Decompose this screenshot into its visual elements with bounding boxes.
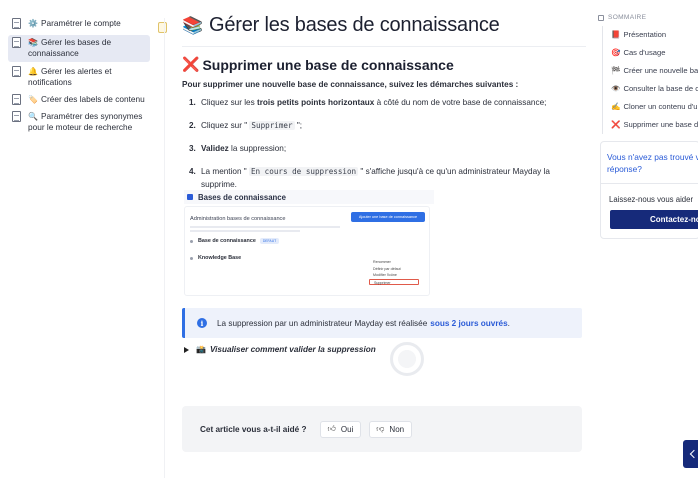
bell-icon: 🔔 xyxy=(28,67,38,76)
loading-spinner xyxy=(390,342,424,376)
list-item: 3. Validez la suppression; xyxy=(189,144,287,153)
sidebar-item-label: Créer des labels de contenu xyxy=(40,94,145,104)
screenshot-context-menu: Renommer Définir par défaut Modifier l'i… xyxy=(369,259,419,285)
gear-icon: ⚙️ xyxy=(28,19,38,28)
sidebar-item-synonymes[interactable]: 🔍 Paramétrer des synonymes pour le moteur… xyxy=(8,109,150,135)
books-icon: 📚 xyxy=(182,15,203,35)
section-intro: Pour supprimer une nouvelle base de conn… xyxy=(182,80,519,89)
sidebar-item-label: Gérer les alertes et notifications xyxy=(28,66,112,87)
screenshot-header: Bases de connaissance xyxy=(184,190,434,204)
target-icon: 🎯 xyxy=(611,48,621,57)
inline-code: Supprimer xyxy=(249,121,295,130)
eye-icon: 👁️ xyxy=(611,84,621,93)
inline-code: En cours de suppression xyxy=(248,167,359,176)
book-icon: 📕 xyxy=(611,30,621,39)
toc-item-creer[interactable]: 🏁Créer une nouvelle base de connaissance xyxy=(611,62,698,80)
screenshot-row: Knowledge Base xyxy=(190,255,241,261)
document-icon xyxy=(12,66,21,77)
no-button[interactable]: 👎︎ Non xyxy=(369,420,413,438)
document-icon xyxy=(12,37,21,48)
toc-item-cloner[interactable]: ✍️Cloner un contenu d'une base xyxy=(611,98,698,116)
sidebar-item-bases-connaissance[interactable]: 📚 Gérer les bases de connaissance xyxy=(8,35,150,62)
cross-icon: ❌ xyxy=(611,120,621,129)
scroll-up-button[interactable] xyxy=(683,440,698,468)
page-title: 📚 Gérer les bases de connaissance xyxy=(182,14,500,37)
toc-item-presentation[interactable]: 📕 Présentation xyxy=(611,26,698,44)
screenshot-row: Base de connaissance DEFAUT xyxy=(190,238,280,244)
sidebar-divider xyxy=(164,18,165,478)
screenshot-card: Administration bases de connaissance Ajo… xyxy=(184,206,430,296)
list-item: 1. Cliquez sur les trois petits points h… xyxy=(189,98,547,107)
info-icon: i xyxy=(197,318,207,328)
collapse-sidebar-icon[interactable] xyxy=(158,22,167,33)
toggle-visualiser[interactable]: 📸 Visualiser comment valider la suppress… xyxy=(184,345,376,354)
app-icon xyxy=(187,194,193,200)
label-icon: 🏷️ xyxy=(28,95,38,104)
steps-list: 1. Cliquez sur les trois petits points h… xyxy=(189,96,584,201)
camera-icon: 📸 xyxy=(196,345,206,354)
sidebar-item-label: Paramétrer le compte xyxy=(40,18,121,28)
search-icon: 🔍 xyxy=(28,112,38,121)
section-title: ❌ Supprimer une base de connaissance xyxy=(182,56,454,73)
sidebar-item-label: Gérer les bases de connaissance xyxy=(28,37,112,58)
sidebar-item-parametrer-compte[interactable]: ⚙️ Paramétrer le compte xyxy=(8,16,150,31)
cross-icon: ❌ xyxy=(182,56,200,72)
toc-list: 📕 Présentation 🎯 Cas d'usage 🏁 Créer une no… xyxy=(602,26,698,134)
writing-hand-icon: ✍️ xyxy=(611,102,621,111)
add-knowledge-base-button: Ajouter une base de connaissance xyxy=(351,212,425,222)
list-item: 2. Cliquez sur " Supprimer "; xyxy=(189,121,303,130)
help-prompt: Laissez-nous vous aider xyxy=(609,195,694,204)
document-icon xyxy=(12,111,21,122)
toc-item-consulter[interactable]: 👁️Consulter la base de connaissance xyxy=(611,80,698,98)
help-card: Vous n'avez pas trouvé votre réponse? La… xyxy=(600,141,698,239)
caret-right-icon xyxy=(184,346,189,353)
feedback-box: Cet article vous a-t-il aidé ? 👍︎ Oui 👎︎… xyxy=(182,406,582,452)
toggle-label: Visualiser comment valider la suppressio… xyxy=(209,345,376,354)
callout-link[interactable]: sous 2 jours ouvrés xyxy=(430,319,507,328)
article-screenshot: Bases de connaissance Administration bas… xyxy=(184,190,434,296)
list-icon xyxy=(598,14,604,21)
table-of-contents: SOMMAIRE 📕 Présentation 🎯 Cas d'usage 🏁 Cré… xyxy=(598,14,698,134)
sidebar-item-alertes[interactable]: 🔔 Gérer les alertes et notifications xyxy=(8,64,150,90)
document-icon xyxy=(12,94,21,105)
feedback-question: Cet article vous a-t-il aidé ? xyxy=(200,424,307,434)
sidebar: ⚙️ Paramétrer le compte 📚 Gérer les bases … xyxy=(0,0,158,480)
books-icon: 📚 xyxy=(28,38,38,47)
list-item: 4. La mention " En cours de suppression … xyxy=(189,167,550,189)
sidebar-item-label: Paramétrer des synonymes pour le moteur … xyxy=(28,111,143,132)
toc-item-supprimer[interactable]: ❌Supprimer une base de connaissance xyxy=(611,116,698,134)
divider xyxy=(601,183,698,184)
sidebar-item-labels[interactable]: 🏷️ Créer des labels de contenu xyxy=(8,92,150,107)
flag-icon: 🏁 xyxy=(611,66,621,75)
page-title-text: Gérer les bases de connaissance xyxy=(208,14,500,36)
help-question: Vous n'avez pas trouvé votre réponse? xyxy=(607,152,698,174)
contact-button[interactable]: Contactez-nous xyxy=(610,210,698,229)
toc-header: SOMMAIRE xyxy=(598,14,698,21)
section-title-text: Supprimer une base de connaissance xyxy=(202,56,454,73)
yes-button[interactable]: 👍︎ Oui xyxy=(320,420,362,438)
toc-item-cas-usage[interactable]: 🎯 Cas d'usage xyxy=(611,44,698,62)
thumbs-down-icon: 👎︎ xyxy=(376,424,385,433)
thumbs-up-icon: 👍︎ xyxy=(327,424,336,433)
info-callout: i La suppression par un administrateur M… xyxy=(182,308,582,338)
divider xyxy=(182,46,586,47)
document-icon xyxy=(12,18,21,29)
